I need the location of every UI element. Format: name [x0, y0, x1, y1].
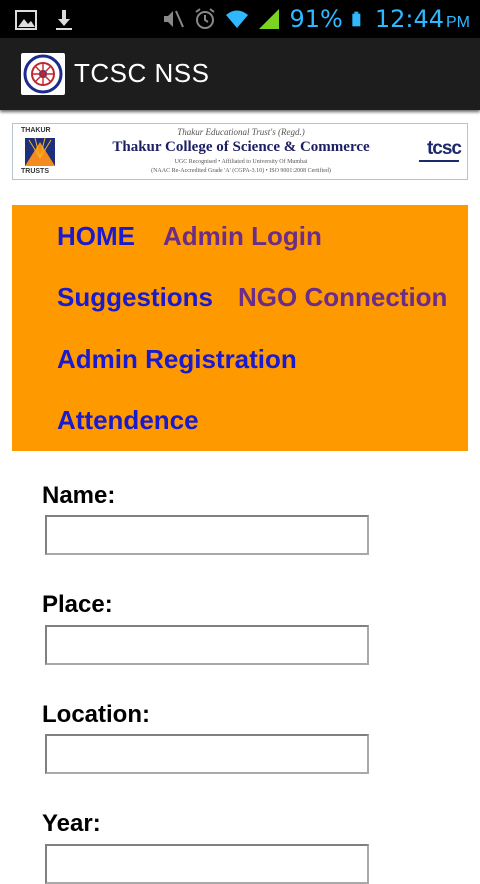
mute-icon	[164, 10, 185, 28]
place-label: Place:	[42, 591, 113, 618]
name-field[interactable]	[45, 515, 369, 555]
location-label: Location:	[42, 701, 150, 728]
nav-link-attendence[interactable]: Attendence	[57, 405, 199, 436]
place-field[interactable]	[45, 625, 369, 665]
signal-icon	[259, 9, 280, 29]
trust-line: Thakur Educational Trust's (Regd.)	[177, 127, 305, 137]
year-field[interactable]	[45, 844, 369, 884]
nav-link-admin-login[interactable]: Admin Login	[163, 221, 322, 252]
battery-percent: 91%	[289, 5, 343, 33]
image-icon	[15, 10, 37, 30]
nav-link-ngo-connection[interactable]: NGO Connection	[238, 282, 447, 313]
app-title: TCSC NSS	[74, 58, 210, 88]
alarm-icon	[195, 8, 216, 29]
wifi-icon	[226, 10, 249, 28]
clock-time: 12:44	[374, 5, 444, 33]
college-name: Thakur College of Science & Commerce	[112, 139, 370, 155]
action-bar: TCSC NSS	[0, 38, 480, 110]
battery-icon	[352, 11, 361, 27]
nav-link-suggestions[interactable]: Suggestions	[57, 282, 213, 313]
clock: 12:44 PM	[375, 5, 470, 33]
college-affiliation: UGC Recognised • Affiliated to Universit…	[174, 159, 308, 165]
nav-link-admin-registration[interactable]: Admin Registration	[57, 344, 297, 375]
college-banner: THAKUR TRUSTS Thakur Educational Trust's…	[12, 123, 468, 180]
nav-link-home[interactable]: HOME	[57, 221, 135, 252]
status-bar: 91% 12:44 PM	[0, 0, 480, 38]
college-accreditation: (NAAC Re-Accredited Grade 'A' (CGPA-3.10…	[151, 168, 331, 174]
main-navigation: HOME Admin Login Suggestions NGO Connect…	[12, 205, 468, 451]
location-field[interactable]	[45, 734, 369, 774]
notification-icons	[14, 8, 76, 32]
system-icons: 91% 12:44 PM	[161, 5, 470, 33]
download-icon	[56, 10, 72, 30]
nss-logo-icon[interactable]	[21, 53, 65, 95]
clock-ampm: PM	[446, 14, 470, 31]
year-label: Year:	[42, 810, 101, 837]
name-label: Name:	[42, 482, 116, 509]
tcsc-logo: tcsc	[426, 138, 462, 159]
tcsc-logo-underline	[419, 160, 459, 162]
